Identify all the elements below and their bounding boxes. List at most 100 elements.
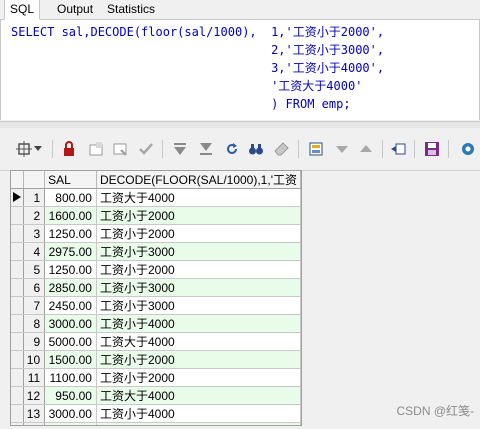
table-row[interactable]: 2 1600.00 工资小于2000 <box>11 206 301 225</box>
cell-decode[interactable]: 工资小于3000 <box>96 242 301 261</box>
current-row-indicator[interactable] <box>11 188 24 207</box>
row-indicator[interactable] <box>11 296 24 315</box>
cell-sal[interactable]: 1100.00 <box>44 368 97 387</box>
cell-decode[interactable]: 工资小于3000 <box>96 278 301 297</box>
column-header-decode[interactable]: DECODE(FLOOR(SAL/1000),1,'工资 <box>96 171 301 189</box>
row-indicator[interactable] <box>11 314 24 333</box>
cell-sal[interactable]: 1600.00 <box>44 206 97 225</box>
cell-sal[interactable]: 950.00 <box>44 386 97 405</box>
cell-sal[interactable]: 2850.00 <box>44 278 97 297</box>
row-indicator[interactable] <box>11 386 24 405</box>
cell-sal[interactable]: 1250.00 <box>44 224 97 243</box>
column-header-sal[interactable]: SAL <box>44 171 97 189</box>
row-number: 12 <box>23 386 46 405</box>
table-row[interactable]: 9 5000.00 工资大于4000 <box>11 332 301 351</box>
cell-sal[interactable]: 1250.00 <box>44 260 97 279</box>
table-row[interactable]: 5 1250.00 工资小于2000 <box>11 260 301 279</box>
query-by-example-icon[interactable] <box>308 141 324 157</box>
binoculars-icon[interactable] <box>248 141 264 157</box>
cell-sal[interactable]: 3000.00 <box>44 314 97 333</box>
row-indicator[interactable] <box>11 422 24 425</box>
cell-decode[interactable]: 工资小于2000 <box>96 422 301 425</box>
cell-decode[interactable]: 工资小于2000 <box>96 260 301 279</box>
cell-decode[interactable]: 工资小于4000 <box>96 404 301 423</box>
row-number: 5 <box>23 260 46 279</box>
row-number: 13 <box>23 404 46 423</box>
row-number: 7 <box>23 296 46 315</box>
row-indicator[interactable] <box>11 350 24 369</box>
toolbar-divider <box>162 140 163 158</box>
eraser-icon[interactable] <box>274 141 290 157</box>
lock-icon[interactable] <box>61 141 77 157</box>
table-row[interactable]: 8 3000.00 工资小于4000 <box>11 314 301 333</box>
delete-record-icon[interactable] <box>112 141 128 157</box>
row-indicator[interactable] <box>11 206 24 225</box>
row-indicator[interactable] <box>11 368 24 387</box>
result-table: SAL DECODE(FLOOR(SAL/1000),1,'工资 1 800.00… <box>11 171 301 425</box>
refresh-icon[interactable] <box>224 141 240 157</box>
sql-line: 3,'工资小于4000', <box>11 61 385 75</box>
cell-sal[interactable]: 1300.00 <box>44 422 97 425</box>
toolbar-divider <box>414 140 415 158</box>
row-number: 2 <box>23 206 46 225</box>
cell-decode[interactable]: 工资小于2000 <box>96 206 301 225</box>
sql-editor[interactable]: SELECT sal,DECODE(floor(sal/1000), 1,'工资… <box>0 20 480 120</box>
table-row[interactable]: 13 3000.00 工资小于4000 <box>11 404 301 423</box>
cell-sal[interactable]: 2975.00 <box>44 242 97 261</box>
row-indicator[interactable] <box>11 242 24 261</box>
post-changes-icon[interactable] <box>138 141 154 157</box>
table-row[interactable]: 11 1100.00 工资小于2000 <box>11 368 301 387</box>
first-record-icon[interactable] <box>172 141 188 157</box>
cell-sal[interactable]: 3000.00 <box>44 404 97 423</box>
cell-decode[interactable]: 工资小于4000 <box>96 314 301 333</box>
cell-sal[interactable]: 2450.00 <box>44 296 97 315</box>
row-indicator[interactable] <box>11 278 24 297</box>
sql-line: 2,'工资小于3000', <box>11 43 385 57</box>
tab-sql[interactable]: SQL <box>4 0 41 20</box>
table-row[interactable]: 4 2975.00 工资小于3000 <box>11 242 301 261</box>
row-number: 4 <box>23 242 46 261</box>
table-row[interactable]: 10 1500.00 工资小于2000 <box>11 350 301 369</box>
row-indicator[interactable] <box>11 260 24 279</box>
last-record-icon[interactable] <box>198 141 214 157</box>
result-grid[interactable]: SAL DECODE(FLOOR(SAL/1000),1,'工资 1 800.00… <box>10 170 302 426</box>
table-row[interactable]: 141300.00工资小于2000 <box>11 422 301 425</box>
table-row[interactable]: 3 1250.00 工资小于2000 <box>11 224 301 243</box>
row-indicator[interactable] <box>11 224 24 243</box>
cell-decode[interactable]: 工资小于3000 <box>96 296 301 315</box>
table-row[interactable]: 7 2450.00 工资小于3000 <box>11 296 301 315</box>
cell-decode[interactable]: 工资小于2000 <box>96 350 301 369</box>
cell-sal[interactable]: 1500.00 <box>44 350 97 369</box>
previous-page-icon[interactable] <box>358 141 374 157</box>
toolbar-divider <box>298 140 299 158</box>
save-icon[interactable] <box>424 141 440 157</box>
grid-header-row: SAL DECODE(FLOOR(SAL/1000),1,'工资 <box>11 171 301 189</box>
table-row[interactable]: 6 2850.00 工资小于3000 <box>11 278 301 297</box>
row-indicator[interactable] <box>11 332 24 351</box>
column-header-label: DECODE(FLOOR(SAL/1000),1,'工资 <box>99 173 297 187</box>
tab-output[interactable]: Output <box>52 0 98 18</box>
export-icon[interactable] <box>390 141 406 157</box>
triangle-right-icon <box>12 191 21 202</box>
connection-icon[interactable] <box>460 141 476 157</box>
cell-decode[interactable]: 工资小于2000 <box>96 368 301 387</box>
column-header-label: SAL <box>48 172 71 187</box>
next-page-icon[interactable] <box>334 141 350 157</box>
row-number: 1 <box>23 188 46 207</box>
cell-decode[interactable]: 工资小于2000 <box>96 224 301 243</box>
columns-icon[interactable] <box>16 141 32 157</box>
insert-record-icon[interactable] <box>88 141 104 157</box>
cell-decode[interactable]: 工资大于4000 <box>96 332 301 351</box>
row-indicator[interactable] <box>11 404 24 423</box>
chevron-down-icon[interactable] <box>33 141 43 157</box>
table-row[interactable]: 1 800.00 工资大于4000 <box>11 188 301 207</box>
corner-header <box>11 171 24 189</box>
cell-decode[interactable]: 工资大于4000 <box>96 386 301 405</box>
cell-sal[interactable]: 5000.00 <box>44 332 97 351</box>
tab-statistics[interactable]: Statistics <box>102 0 160 18</box>
row-number: 10 <box>23 350 46 369</box>
table-row[interactable]: 12 950.00 工资大于4000 <box>11 386 301 405</box>
cell-decode[interactable]: 工资大于4000 <box>96 188 301 207</box>
sql-line: SELECT sal,DECODE(floor(sal/1000), 1,'工资… <box>11 25 385 39</box>
cell-sal[interactable]: 800.00 <box>44 188 97 207</box>
